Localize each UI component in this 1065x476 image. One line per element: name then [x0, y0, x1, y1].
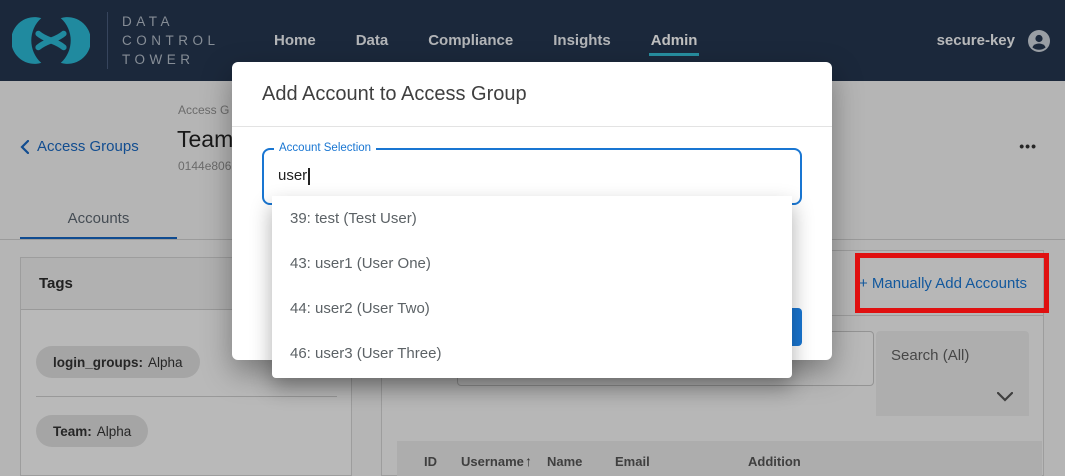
account-option[interactable]: 39: test (Test User)	[272, 196, 792, 241]
modal-title-divider	[232, 126, 832, 127]
text-cursor	[308, 168, 310, 185]
account-selection-label: Account Selection	[274, 142, 376, 154]
app-screen: DATA CONTROL TOWER Home Data Compliance …	[0, 0, 1065, 476]
account-selection-value: user	[278, 167, 310, 185]
account-option[interactable]: 44: user2 (User Two)	[272, 286, 792, 331]
account-option[interactable]: 43: user1 (User One)	[272, 241, 792, 286]
account-options-dropdown: 39: test (Test User) 43: user1 (User One…	[272, 196, 792, 378]
account-option[interactable]: 46: user3 (User Three)	[272, 331, 792, 376]
modal-title: Add Account to Access Group	[262, 83, 527, 106]
